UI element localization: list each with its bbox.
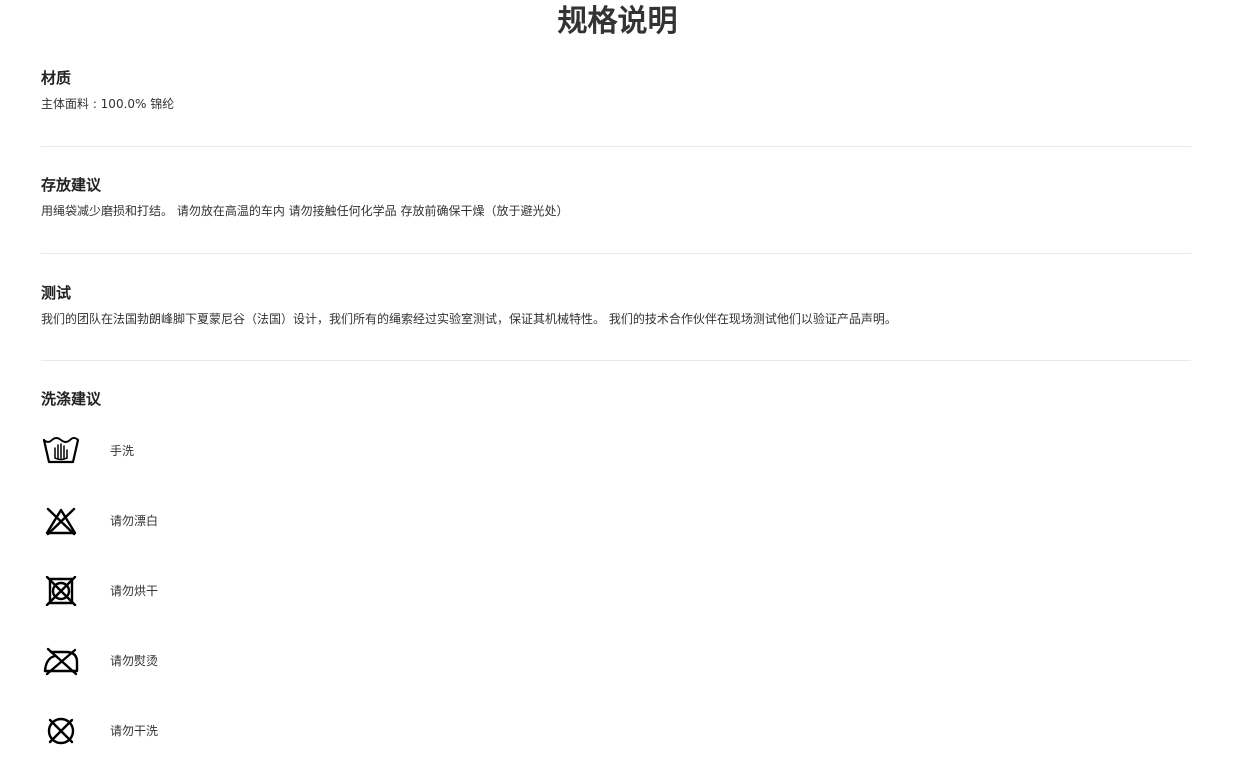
care-item-label: 请勿干洗 xyxy=(110,724,159,738)
care-item-label: 请勿熨烫 xyxy=(110,654,159,668)
washing-heading: 洗涤建议 xyxy=(41,390,102,408)
testing-section: 测试 我们的团队在法国勃朗峰脚下夏蒙尼谷（法国）设计，我们所有的绳索经过实验室测… xyxy=(41,283,1191,327)
do-not-bleach-icon xyxy=(41,501,81,541)
testing-heading: 测试 xyxy=(41,284,72,302)
care-item-no-tumble-dry: 请勿烘干 xyxy=(41,571,158,611)
page-title: 规格说明 xyxy=(557,4,678,39)
section-divider xyxy=(41,146,1191,147)
care-item-hand-wash: 手洗 xyxy=(41,431,134,471)
material-section: 材质 主体面料 : 100.0% 锦纶 xyxy=(41,68,1191,112)
storage-section: 存放建议 用绳袋减少磨损和打结。 请勿放在高温的车内 请勿接触任何化学品 存放前… xyxy=(41,175,1191,219)
care-item-no-iron: 请勿熨烫 xyxy=(41,641,158,681)
section-divider xyxy=(41,360,1191,361)
care-item-label: 手洗 xyxy=(110,444,135,458)
care-item-no-bleach: 请勿漂白 xyxy=(41,501,158,541)
washing-section: 洗涤建议 xyxy=(41,389,1191,409)
do-not-dry-clean-icon xyxy=(41,711,81,751)
section-divider xyxy=(41,253,1191,254)
material-text: 主体面料 : 100.0% 锦纶 xyxy=(41,97,175,111)
storage-heading: 存放建议 xyxy=(41,176,102,194)
do-not-iron-icon xyxy=(41,641,81,681)
testing-text: 我们的团队在法国勃朗峰脚下夏蒙尼谷（法国）设计，我们所有的绳索经过实验室测试，保… xyxy=(41,312,897,326)
storage-text: 用绳袋减少磨损和打结。 请勿放在高温的车内 请勿接触任何化学品 存放前确保干燥（… xyxy=(41,204,569,218)
care-item-no-dry-clean: 请勿干洗 xyxy=(41,711,158,751)
material-heading: 材质 xyxy=(41,69,72,87)
care-item-label: 请勿烘干 xyxy=(110,584,159,598)
hand-wash-icon xyxy=(41,431,81,471)
care-item-label: 请勿漂白 xyxy=(110,514,159,528)
do-not-tumble-dry-icon xyxy=(41,571,81,611)
